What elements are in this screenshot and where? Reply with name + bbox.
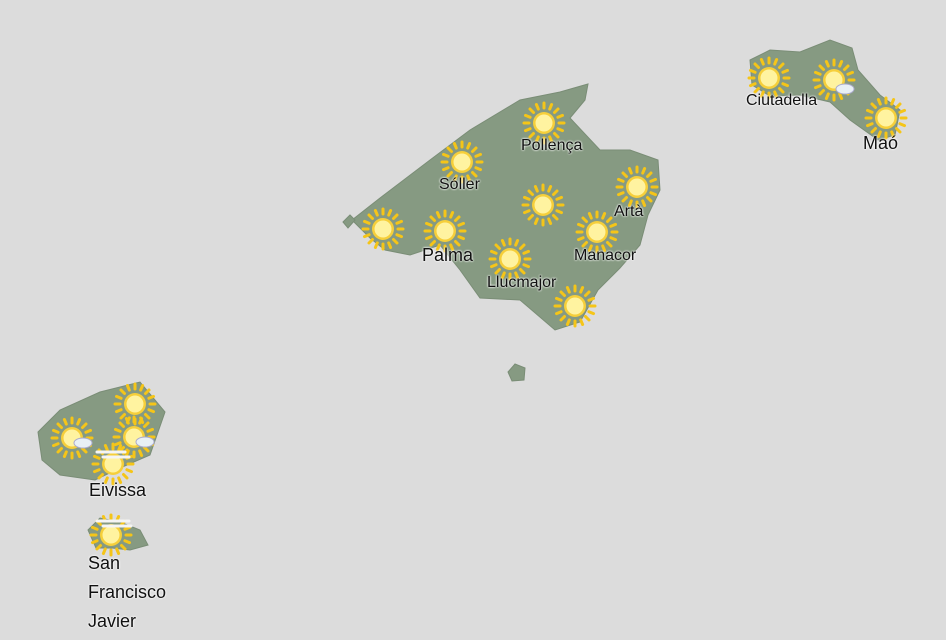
label-mao[interactable]: Maó xyxy=(863,133,898,154)
cloud-icon xyxy=(73,437,93,449)
label-soller[interactable]: Sóller xyxy=(439,176,480,194)
cloud-icon xyxy=(835,83,855,95)
sun-cloud-icon[interactable] xyxy=(50,416,94,460)
label-palma[interactable]: Palma xyxy=(422,245,473,266)
sun-icon[interactable] xyxy=(553,284,597,328)
label-ciutadella[interactable]: Ciutadella xyxy=(746,92,817,110)
haze-icon xyxy=(95,519,133,528)
label-san-francisco-javier[interactable]: San Francisco Javier xyxy=(88,549,178,636)
label-arta[interactable]: Artà xyxy=(614,203,643,221)
sun-icon[interactable] xyxy=(521,183,565,227)
dragonera-island xyxy=(342,214,356,229)
sun-icon[interactable] xyxy=(361,207,405,251)
label-eivissa[interactable]: Eivissa xyxy=(89,480,146,501)
sun-cloud-icon[interactable] xyxy=(812,58,856,102)
cloud-icon xyxy=(135,436,155,448)
label-llucmajor[interactable]: Llucmajor xyxy=(487,274,556,292)
label-manacor[interactable]: Manacor xyxy=(574,247,636,265)
label-pollenca[interactable]: Pollença xyxy=(521,137,582,155)
cabrera-island xyxy=(507,363,526,382)
